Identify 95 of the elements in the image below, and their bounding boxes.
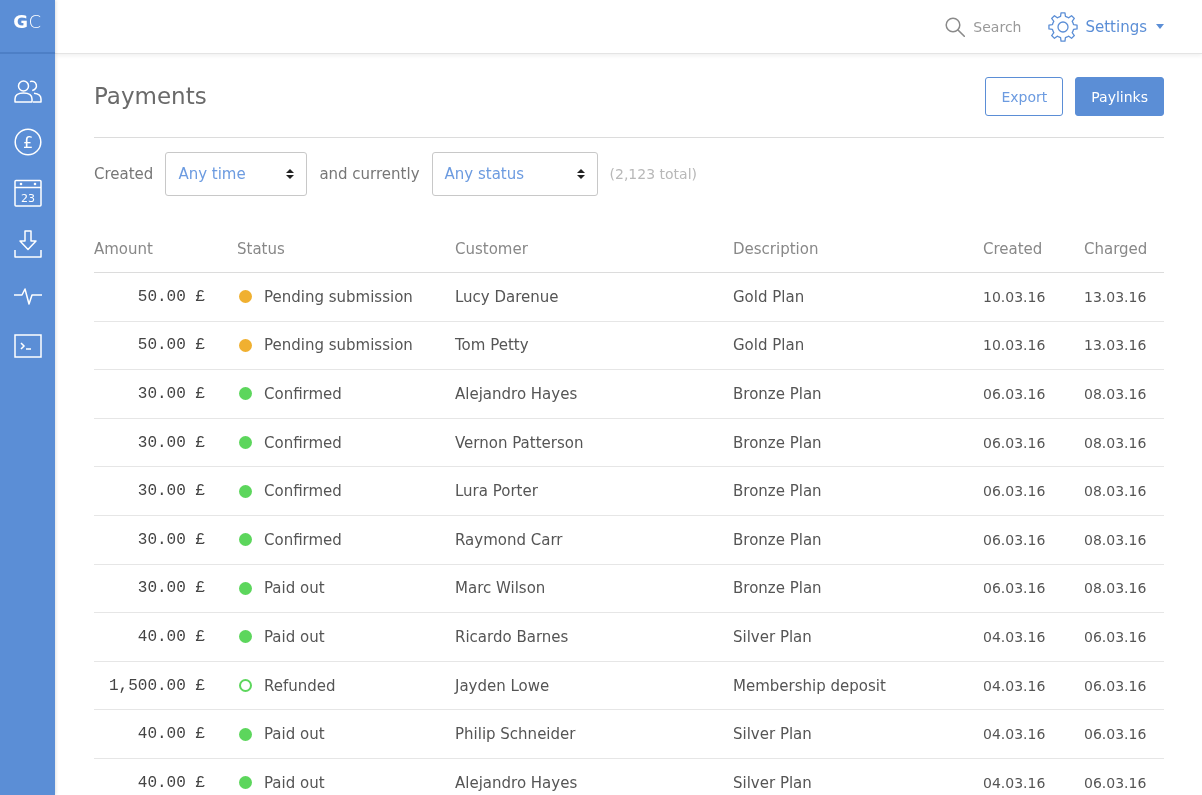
amount-text: 30.00 £ xyxy=(136,433,206,452)
download-icon xyxy=(13,229,42,258)
status-text: Paid out xyxy=(264,579,325,598)
calendar-icon: 23 xyxy=(13,178,42,207)
caret-down-icon xyxy=(1156,24,1164,29)
charged-date: 06.03.16 xyxy=(1084,628,1148,645)
logo: GC xyxy=(0,0,55,54)
total-count: (2,123 total) xyxy=(609,166,697,182)
charged-date: 08.03.16 xyxy=(1084,531,1148,548)
description-text: Gold Plan xyxy=(733,336,806,355)
filter-label: and currently xyxy=(319,165,420,183)
description-text: Gold Plan xyxy=(733,287,806,306)
amount-text: 40.00 £ xyxy=(136,725,206,744)
customer-name: Ricardo Barnes xyxy=(455,627,570,646)
customer-name: Lura Porter xyxy=(455,482,539,501)
status-text: Confirmed xyxy=(264,433,342,452)
search-icon xyxy=(945,16,966,37)
status-text: Pending submission xyxy=(264,336,413,355)
created-date: 06.03.16 xyxy=(983,580,1047,597)
status-text: Confirmed xyxy=(264,385,342,403)
created-date: 06.03.16 xyxy=(983,434,1047,451)
charged-date: 08.03.16 xyxy=(1084,386,1148,402)
charged-date: 13.03.16 xyxy=(1084,337,1148,354)
charged-date: 06.03.16 xyxy=(1084,726,1148,743)
primary-button[interactable]: Paylinks xyxy=(1075,77,1164,116)
amount-text: 40.00 £ xyxy=(136,627,206,646)
description-text: Bronze Plan xyxy=(733,385,823,403)
sidebar-nav-button[interactable]: 23 xyxy=(0,167,55,218)
status-text: Pending submission xyxy=(264,287,413,306)
customer-name: Jayden Lowe xyxy=(455,676,551,695)
status-text: Refunded xyxy=(264,676,336,695)
time-dropdown[interactable]: Any time xyxy=(165,152,308,196)
status-text: Paid out xyxy=(264,627,325,646)
up-down-caret-icon xyxy=(286,168,295,180)
settings-icon xyxy=(1048,11,1079,42)
created-date: 04.03.16 xyxy=(983,774,1047,791)
charged-date: 08.03.16 xyxy=(1084,483,1148,500)
charged-date: 08.03.16 xyxy=(1084,580,1148,597)
amount-text: 30.00 £ xyxy=(136,385,206,403)
created-date: 04.03.16 xyxy=(983,726,1047,743)
description-text: Bronze Plan xyxy=(733,433,823,452)
up-down-caret-icon xyxy=(576,168,585,180)
charged-date: 13.03.16 xyxy=(1084,288,1148,305)
charged-date: 08.03.16 xyxy=(1084,434,1148,451)
charged-date: 06.03.16 xyxy=(1084,774,1148,791)
column-header: Status xyxy=(237,240,286,258)
status-text: Paid out xyxy=(264,725,325,744)
created-date: 10.03.16 xyxy=(983,337,1047,354)
amount-text: 50.00 £ xyxy=(136,287,206,306)
description-text: Membership deposit xyxy=(733,676,887,695)
column-header: Customer xyxy=(455,240,529,258)
amount-text: 30.00 £ xyxy=(136,530,206,549)
terminal-icon xyxy=(13,333,42,358)
customer-name: Tom Petty xyxy=(455,336,530,355)
description-text: Bronze Plan xyxy=(733,482,823,501)
description-text: Silver Plan xyxy=(733,773,813,792)
customer-name: Philip Schneider xyxy=(455,725,577,744)
description-text: Bronze Plan xyxy=(733,530,823,549)
customer-name: Alejandro Hayes xyxy=(455,385,579,403)
created-date: 06.03.16 xyxy=(983,483,1047,500)
search-button[interactable]: Search xyxy=(945,16,1022,37)
status-text: Confirmed xyxy=(264,482,342,501)
amount-text: 50.00 £ xyxy=(136,336,206,355)
description-text: Silver Plan xyxy=(733,725,813,744)
pound-coin-icon: £ xyxy=(13,127,42,156)
column-header: Created xyxy=(983,240,1044,258)
outline-button[interactable]: Export xyxy=(985,77,1064,116)
description-text: Silver Plan xyxy=(733,627,813,646)
customer-name: Alejandro Hayes xyxy=(455,773,579,792)
charged-date: 06.03.16 xyxy=(1084,677,1148,694)
description-text: Bronze Plan xyxy=(733,579,823,598)
amount-text: 30.00 £ xyxy=(136,579,206,598)
amount-text: 1,500.00 £ xyxy=(108,676,206,695)
column-header: Amount xyxy=(94,240,154,258)
created-date: 06.03.16 xyxy=(983,531,1047,548)
status-text: Confirmed xyxy=(264,530,342,549)
customer-name: Vernon Patterson xyxy=(455,433,585,452)
sidebar-nav-button[interactable]: £ xyxy=(0,116,55,167)
created-date: 10.03.16 xyxy=(983,288,1047,305)
created-date: 04.03.16 xyxy=(983,628,1047,645)
customer-name: Raymond Carr xyxy=(455,530,564,549)
status-text: Paid out xyxy=(264,773,325,792)
created-date: 04.03.16 xyxy=(983,677,1047,694)
created-date: 06.03.16 xyxy=(983,386,1047,402)
customer-name: Marc Wilson xyxy=(455,579,547,598)
amount-text: 40.00 £ xyxy=(136,773,206,792)
users-icon xyxy=(13,78,42,103)
filter-label: Created xyxy=(94,165,154,183)
column-header: Charged xyxy=(1084,240,1149,258)
amount-text: 30.00 £ xyxy=(136,482,206,501)
customer-name: Lucy Darenue xyxy=(455,287,560,306)
status-dropdown[interactable]: Any status xyxy=(431,152,598,196)
column-header: Description xyxy=(733,240,820,258)
settings-menu-button[interactable]: Settings xyxy=(1048,11,1164,42)
page-title: Payments xyxy=(94,82,207,111)
